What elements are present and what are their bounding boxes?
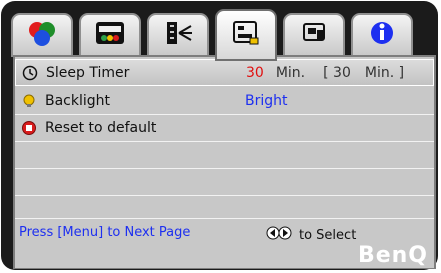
menu-row-label: Reset to default <box>45 120 157 136</box>
tab-display[interactable] <box>79 13 141 57</box>
bulb-icon <box>21 93 37 109</box>
menu-row-empty <box>15 169 434 196</box>
tab-bar <box>7 7 435 61</box>
image-tuning-icon <box>161 16 195 54</box>
sleep-timer-value: 30 <box>246 64 264 81</box>
menu-row-reset[interactable]: Reset to default <box>15 115 434 142</box>
menu-row-empty <box>15 142 434 169</box>
left-right-arrows-icon <box>265 225 293 245</box>
color-circles-icon <box>25 16 59 54</box>
sleep-timer-default-value: [ 30 <box>323 64 351 81</box>
menu-hint: Press [Menu] to Next Page <box>19 225 191 240</box>
osd-frame: Sleep Timer 30 Min. [ 30 Min. ] Backligh… <box>1 1 438 270</box>
nav-hint: to Select <box>265 225 356 245</box>
tab-info[interactable] <box>351 13 413 57</box>
menu-row-label: Backlight <box>45 93 111 109</box>
backlight-value: Bright <box>245 93 288 109</box>
tab-image[interactable] <box>147 13 209 57</box>
sleep-timer-unit: Min. <box>275 64 306 81</box>
select-hint: to Select <box>299 227 357 243</box>
system-settings-icon <box>228 16 264 54</box>
tab-projector[interactable] <box>283 13 345 57</box>
menu-row-label: Sleep Timer <box>46 64 130 81</box>
footer-bar: Press [Menu] to Next Page to Select BenQ <box>15 218 434 268</box>
tab-system[interactable] <box>215 9 277 61</box>
info-icon <box>365 16 399 54</box>
brand-logo: BenQ <box>357 243 428 268</box>
menu-row-backlight[interactable]: Backlight Bright <box>15 88 434 115</box>
sleep-timer-default-unit: Min. ] <box>364 64 405 81</box>
display-settings-icon <box>93 18 127 52</box>
menu-panel: Sleep Timer 30 Min. [ 30 Min. ] Backligh… <box>13 55 436 269</box>
clock-icon <box>22 65 38 81</box>
reset-icon <box>21 120 37 136</box>
menu-row-sleep-timer[interactable]: Sleep Timer 30 Min. [ 30 Min. ] <box>15 59 434 86</box>
tab-color[interactable] <box>11 13 73 57</box>
projector-icon <box>297 16 331 54</box>
